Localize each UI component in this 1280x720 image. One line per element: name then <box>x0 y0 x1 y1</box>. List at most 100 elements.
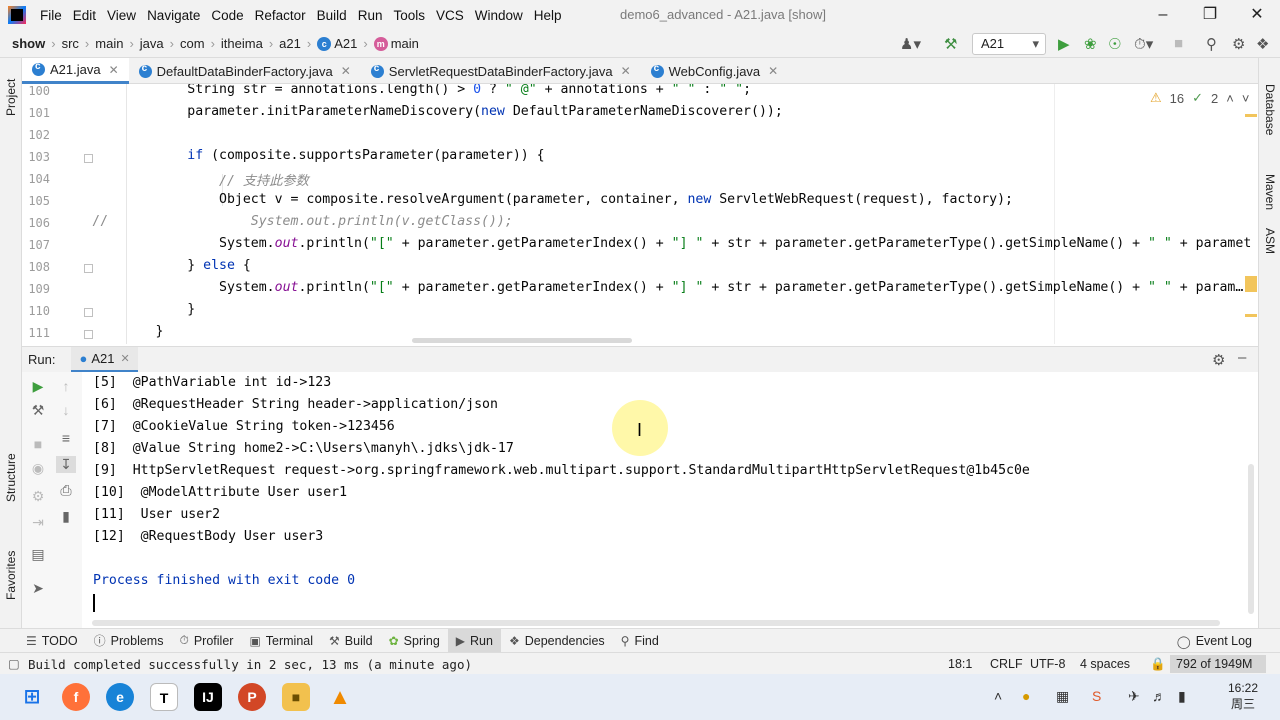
tool-build[interactable]: ⚒ Build <box>321 629 381 653</box>
horizontal-scrollbar[interactable] <box>412 338 632 343</box>
profile-icon[interactable]: ⏱▾ <box>1134 35 1153 53</box>
close-tab-icon[interactable]: ✕ <box>768 64 778 78</box>
plugins-icon[interactable]: ❖ <box>1256 35 1269 53</box>
lock-icon[interactable]: 🔒 <box>1150 657 1166 672</box>
print-icon[interactable]: ⎙ <box>56 482 76 499</box>
layout-icon[interactable]: ▤ <box>28 546 48 563</box>
caret-position[interactable]: 18:1 <box>948 657 972 671</box>
user-icon[interactable]: ♟▾ <box>900 35 921 53</box>
run-configuration-select[interactable]: A21 ▾ <box>972 33 1046 55</box>
menu-file[interactable]: File <box>36 8 66 23</box>
settings-dim-icon[interactable]: ⚙ <box>28 488 48 505</box>
crumb-com[interactable]: com <box>180 36 205 51</box>
close-icon[interactable]: ✕ <box>1246 4 1268 26</box>
run-icon[interactable]: ▶ <box>1058 35 1070 53</box>
menu-help[interactable]: Help <box>530 8 566 23</box>
vertical-scrollbar[interactable] <box>1248 464 1254 614</box>
windows-start-icon[interactable]: ⊞ <box>18 683 46 711</box>
battery-icon[interactable]: ▮ <box>1178 688 1186 705</box>
asm-tool-tab[interactable]: ASM <box>1263 228 1277 254</box>
up-arrow-icon[interactable]: ↑ <box>56 378 76 394</box>
crumb-method-main[interactable]: m main <box>373 36 419 51</box>
powerpoint-icon[interactable]: P <box>238 683 266 711</box>
tab-default-data-binder-factory[interactable]: DefaultDataBinderFactory.java ✕ <box>129 58 361 84</box>
close-tab-icon[interactable]: ✕ <box>109 63 119 77</box>
vlc-icon[interactable]: ▲ <box>326 683 354 711</box>
debug-icon[interactable]: ❀ <box>1084 35 1097 53</box>
crumb-src[interactable]: src <box>62 36 79 51</box>
restore-icon[interactable]: ❐ <box>1199 4 1221 26</box>
speaker-icon[interactable]: ♬ <box>1152 688 1166 704</box>
menu-build[interactable]: Build <box>313 8 351 23</box>
close-tab-icon[interactable]: ✕ <box>120 352 129 365</box>
soft-wrap-icon[interactable]: ≡ <box>56 430 76 446</box>
crumb-java[interactable]: java <box>140 36 164 51</box>
project-tool-tab[interactable]: Project <box>4 79 18 116</box>
menu-refactor[interactable]: Refactor <box>251 8 310 23</box>
menu-navigate[interactable]: Navigate <box>143 8 204 23</box>
wps-icon[interactable]: S <box>1092 688 1101 704</box>
horizontal-scrollbar[interactable] <box>92 620 1220 626</box>
firefox-icon[interactable]: f <box>62 683 90 711</box>
close-tab-icon[interactable]: ✕ <box>341 64 351 78</box>
file-encoding[interactable]: UTF-8 <box>1030 657 1065 671</box>
crumb-itheima[interactable]: itheima <box>221 36 263 51</box>
stop-icon[interactable]: ■ <box>1174 35 1183 52</box>
wrench-icon[interactable]: ⚒ <box>28 402 48 419</box>
event-log-button[interactable]: ◯ Event Log <box>1177 629 1252 653</box>
tab-web-config[interactable]: WebConfig.java ✕ <box>641 58 789 84</box>
folder-icon[interactable]: ■ <box>282 683 310 711</box>
status-message[interactable]: Build completed successfully in 2 sec, 1… <box>28 657 472 672</box>
tool-todo[interactable]: ☰ TODO <box>18 629 86 653</box>
crumb-a21[interactable]: a21 <box>279 36 301 51</box>
chevron-down-icon[interactable]: ˅ <box>1242 91 1250 106</box>
stop-icon[interactable]: ■ <box>28 436 48 452</box>
intellij-icon[interactable]: IJ <box>194 683 222 711</box>
inspection-widget[interactable]: ⚠ 16 ✓ 2 ˄ ˅ <box>1150 90 1249 106</box>
hide-panel-icon[interactable]: – <box>1238 349 1246 366</box>
network-icon[interactable]: ✈ <box>1128 688 1140 705</box>
close-tab-icon[interactable]: ✕ <box>621 64 631 78</box>
menu-run[interactable]: Run <box>354 8 387 23</box>
taskbar-clock[interactable]: 16:22 周三 <box>1228 680 1258 712</box>
camera-icon[interactable]: ◉ <box>28 460 48 477</box>
crumb-main[interactable]: main <box>95 36 123 51</box>
down-arrow-icon[interactable]: ↓ <box>56 402 76 418</box>
console-output[interactable]: [5] @PathVariable int id->123 [6] @Reque… <box>82 372 1258 628</box>
exit-icon[interactable]: ⇥ <box>28 514 48 531</box>
menu-window[interactable]: Window <box>471 8 527 23</box>
menu-tools[interactable]: Tools <box>389 8 429 23</box>
status-toggle-icon[interactable]: ▢ <box>8 656 20 671</box>
structure-tool-tab[interactable]: Structure <box>4 453 18 502</box>
menu-view[interactable]: View <box>103 8 140 23</box>
chevron-up-icon[interactable]: ˄ <box>1226 91 1234 106</box>
menu-vcs[interactable]: VCS <box>432 8 468 23</box>
menu-code[interactable]: Code <box>207 8 247 23</box>
gear-icon[interactable]: ⚙ <box>1212 351 1225 369</box>
gear-icon[interactable]: ⚙ <box>1232 35 1245 53</box>
error-stripe-mark[interactable] <box>1245 276 1257 292</box>
typora-icon[interactable]: T <box>150 683 178 711</box>
tool-terminal[interactable]: ▣ Terminal <box>241 629 321 653</box>
tab-servlet-request-data-binder-factory[interactable]: ServletRequestDataBinderFactory.java ✕ <box>361 58 641 84</box>
coverage-icon[interactable]: ☉ <box>1108 35 1121 53</box>
hammer-build-icon[interactable]: ⚒ <box>944 35 957 53</box>
indent-setting[interactable]: 4 spaces <box>1080 657 1130 671</box>
code-editor[interactable]: 100 101 102 103 104 105 106 107 108 109 … <box>22 84 1258 344</box>
tray-chevron-icon[interactable]: ˄ <box>994 688 1002 704</box>
input-method-icon[interactable]: ▦ <box>1056 688 1069 705</box>
menu-edit[interactable]: Edit <box>69 8 100 23</box>
tool-profiler[interactable]: ⏱ Profiler <box>171 629 241 653</box>
rerun-icon[interactable]: ▶ <box>28 378 48 395</box>
tool-problems[interactable]: ⓘ Problems <box>86 629 172 653</box>
minimize-icon[interactable]: – <box>1152 4 1174 26</box>
trash-icon[interactable]: ▮ <box>56 508 76 525</box>
line-separator[interactable]: CRLF <box>990 657 1023 671</box>
edge-icon[interactable]: e <box>106 683 134 711</box>
favorites-tool-tab[interactable]: Favorites <box>4 551 18 600</box>
error-stripe-mark[interactable] <box>1245 114 1257 117</box>
run-tab-a21[interactable]: ● A21 ✕ <box>71 346 138 373</box>
tool-dependencies[interactable]: ❖ Dependencies <box>501 629 613 653</box>
maven-tool-tab[interactable]: Maven <box>1263 174 1277 210</box>
scroll-to-end-icon[interactable]: ↧ <box>56 456 76 473</box>
